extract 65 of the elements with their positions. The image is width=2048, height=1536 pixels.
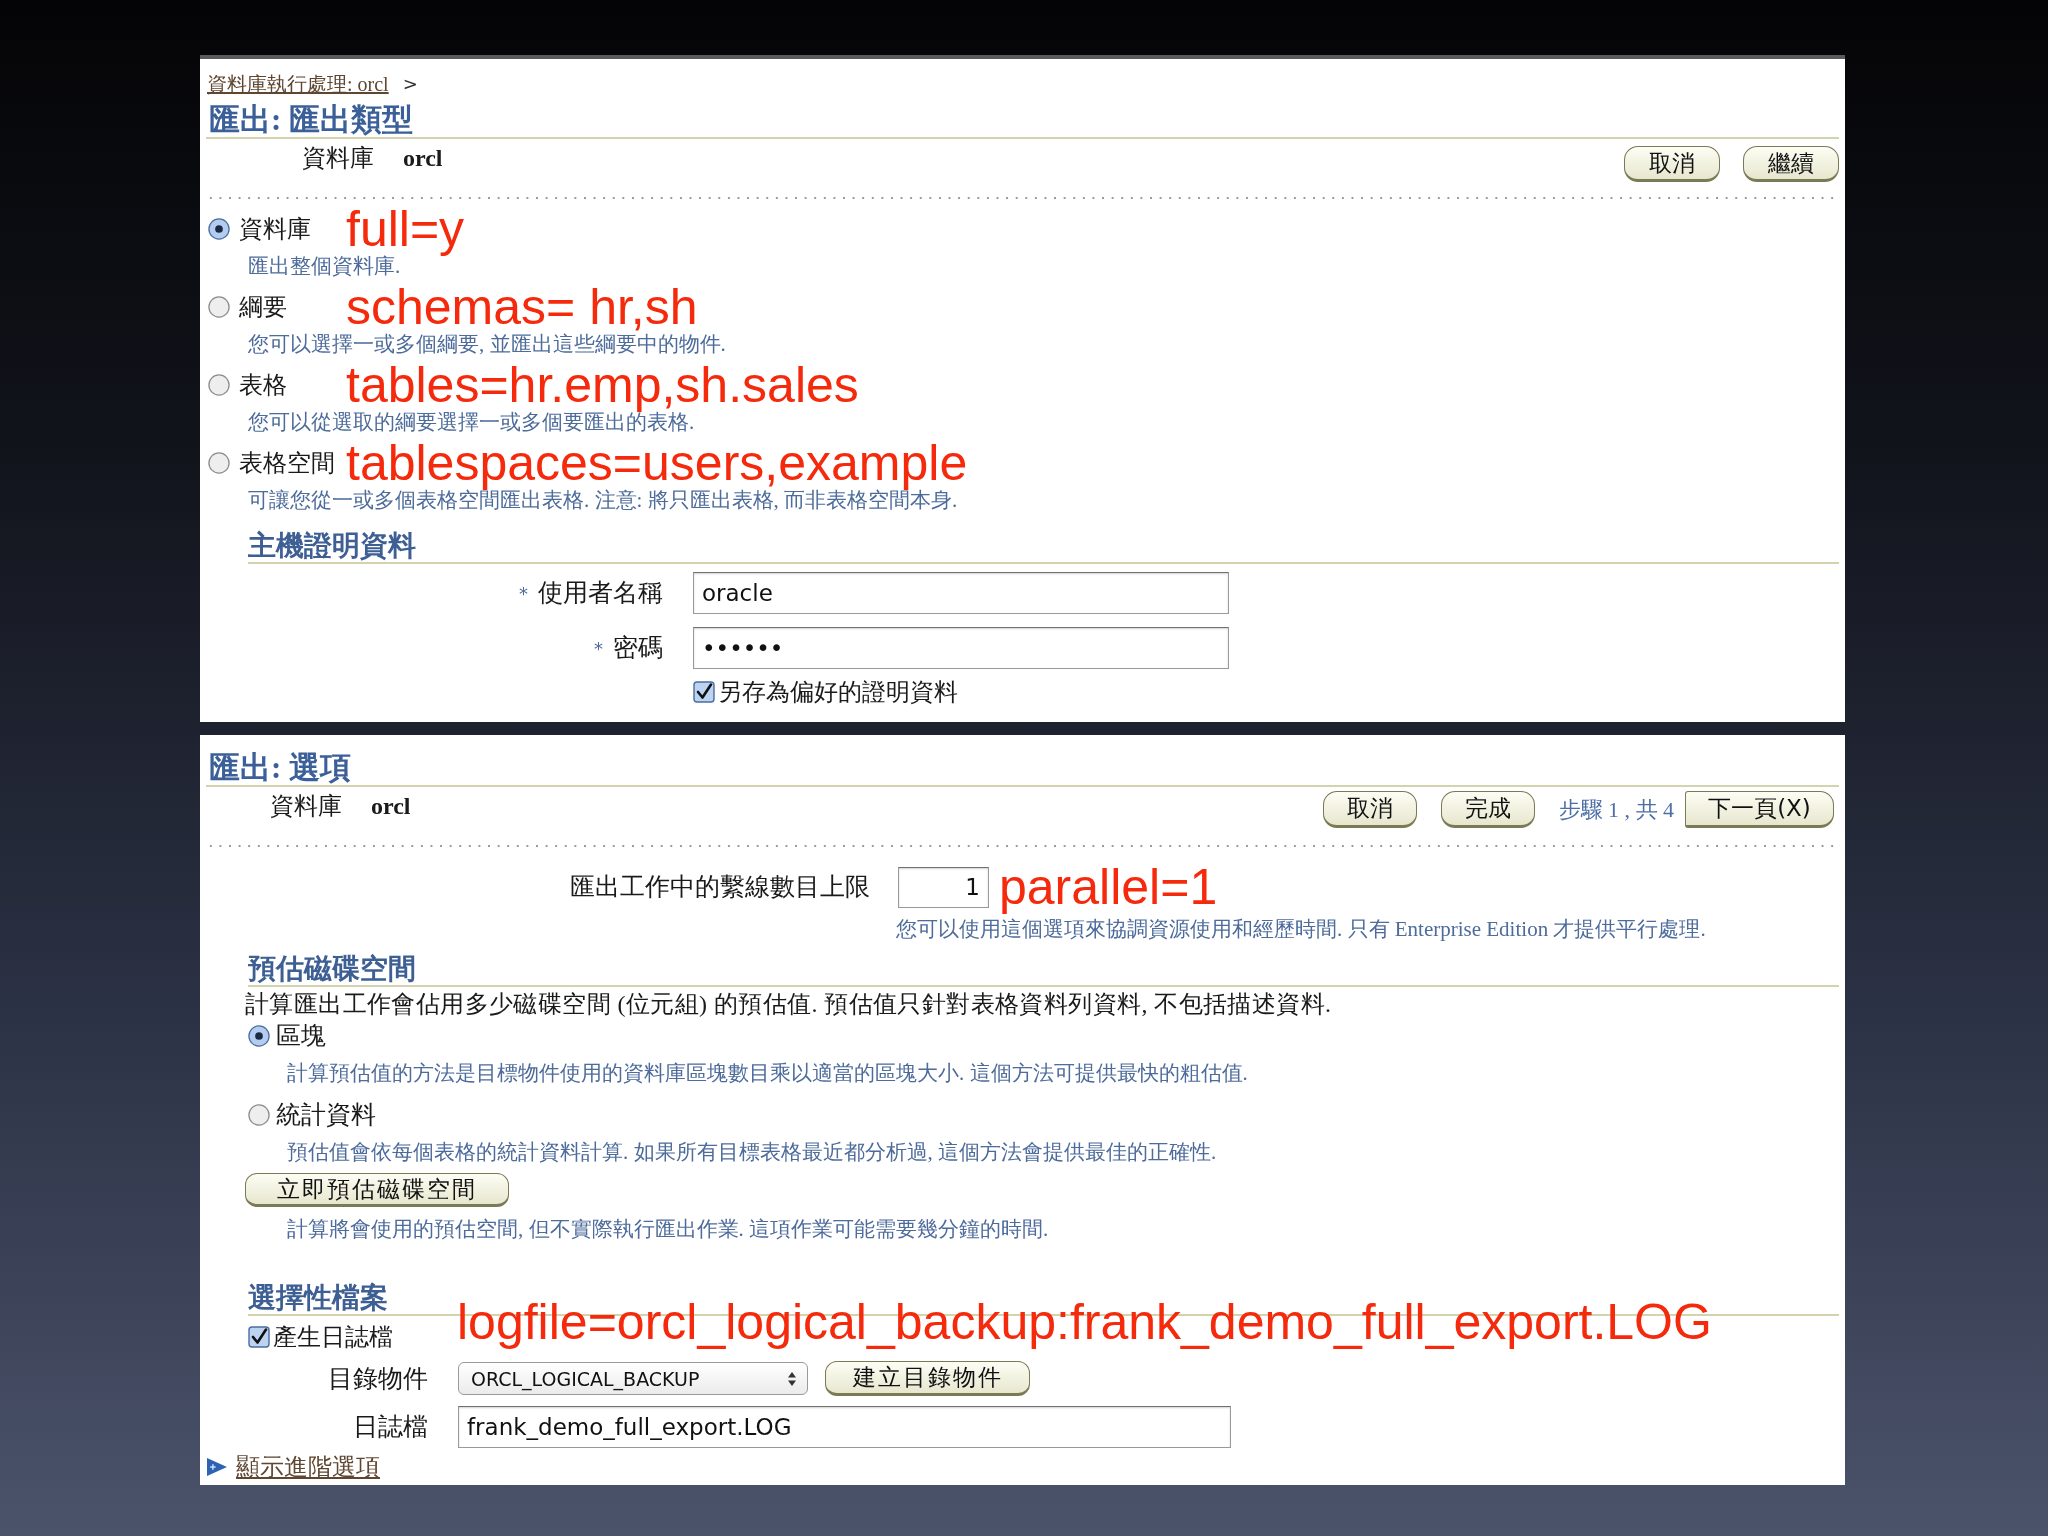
checkbox[interactable] [693, 681, 715, 703]
option-description: 您可以選擇一或多個綱要, 並匯出這些綱要中的物件. [248, 333, 726, 355]
field-label: 匯出工作中的繫線數目上限 [570, 872, 870, 902]
option-description: 可讓您從一或多個表格空間匯出表格. 注意: 將只匯出表格, 而非表格空間本身. [248, 489, 958, 511]
field-label: 日誌檔 [353, 1412, 428, 1442]
section-heading: 預估磁碟空間 [248, 953, 416, 985]
text-field[interactable]: oracle [693, 572, 1229, 614]
field-label: 資料庫 [302, 144, 374, 172]
checkbox-label: 另存為偏好的證明資料 [718, 679, 958, 705]
button-hint: 計算將會使用的預估空間, 但不實際執行匯出作業. 這項作業可能需要幾分鐘的時間. [287, 1217, 1049, 1241]
breadcrumb-separator: > [402, 72, 418, 96]
annotation-text: schemas= hr,sh [346, 281, 698, 333]
field-label: 使用者名稱 [538, 578, 663, 608]
option-label: 表格空間 [239, 450, 335, 476]
required-mark: * [594, 637, 603, 659]
radio-button[interactable] [248, 1104, 270, 1126]
dropdown[interactable]: ORCL_LOGICAL_BACKUP [458, 1362, 808, 1395]
page-title: 匯出: 匯出類型 [209, 103, 414, 137]
option-label: 資料庫 [239, 216, 311, 242]
number-field[interactable]: 1 [898, 866, 989, 908]
breadcrumb-link[interactable]: 資料庫執行處理: orcl [207, 71, 389, 97]
annotation-text: tables=hr.emp,sh.sales [346, 359, 859, 411]
option-description: 預估值會依每個表格的統計資料計算. 如果所有目標表格最近都分析過, 這個方法會提供最佳的正確性. [287, 1140, 1217, 1164]
expand-triangle-icon[interactable] [206, 1457, 228, 1477]
database-name: orcl [371, 792, 411, 820]
action-button[interactable]: 繼續 [1743, 146, 1839, 182]
option-description: 匯出整個資料庫. [248, 255, 401, 277]
field-label: 密碼 [613, 633, 663, 663]
action-button[interactable]: 取消 [1322, 791, 1417, 828]
option-description: 您可以從選取的綱要選擇一或多個要匯出的表格. [248, 411, 695, 433]
required-mark: * [519, 582, 528, 604]
section-description: 計算匯出工作會佔用多少磁碟空間 (位元組) 的預估值. 預估值只針對表格資料列資料, 不包括描述資料. [245, 990, 1332, 1018]
text-field[interactable]: •••••• [693, 627, 1229, 669]
radio-button[interactable] [208, 374, 230, 396]
estimate-button[interactable]: 立即預估磁碟空間 [245, 1173, 509, 1207]
page-title: 匯出: 選項 [209, 751, 352, 785]
annotation-text: logfile=orcl_logical_backup:frank_demo_full_export.LOG [457, 1296, 1712, 1348]
section-heading: 主機證明資料 [248, 530, 416, 562]
step-indicator: 步驟 1 , 共 4 [1558, 795, 1674, 824]
radio-button[interactable] [208, 218, 230, 240]
radio-button[interactable] [208, 296, 230, 318]
action-button[interactable]: 取消 [1624, 146, 1720, 182]
database-name: orcl [403, 144, 443, 172]
advanced-options-link[interactable]: 顯示進階選項 [236, 1454, 380, 1480]
annotation-text: parallel=1 [999, 861, 1218, 913]
option-label: 統計資料 [276, 1100, 376, 1130]
next-button[interactable]: 下一頁(X) [1685, 791, 1834, 828]
checkbox-label: 產生日誌檔 [273, 1324, 393, 1350]
action-button[interactable]: 完成 [1440, 791, 1535, 828]
create-button[interactable]: 建立目錄物件 [825, 1361, 1030, 1396]
annotation-text: tablespaces=users,example [346, 437, 968, 489]
option-label: 表格 [239, 372, 287, 398]
checkbox[interactable] [248, 1326, 270, 1348]
field-label: 資料庫 [270, 792, 342, 820]
option-description: 計算預估值的方法是目標物件使用的資料庫區塊數目乘以適當的區塊大小. 這個方法可提供最快的粗估值. [287, 1061, 1248, 1085]
option-label: 區塊 [276, 1021, 326, 1051]
option-label: 綱要 [239, 294, 287, 320]
text-field[interactable]: frank_demo_full_export.LOG [458, 1406, 1231, 1448]
field-label: 目錄物件 [328, 1363, 428, 1394]
annotation-text: full=y [346, 203, 465, 255]
section-heading: 選擇性檔案 [248, 1282, 388, 1314]
field-hint: 您可以使用這個選項來協調資源使用和經歷時間. 只有 Enterprise Edition 才提供平行處理. [896, 918, 1706, 940]
radio-button[interactable] [208, 452, 230, 474]
radio-button[interactable] [248, 1025, 270, 1047]
stepper-arrows-icon [787, 1370, 797, 1387]
